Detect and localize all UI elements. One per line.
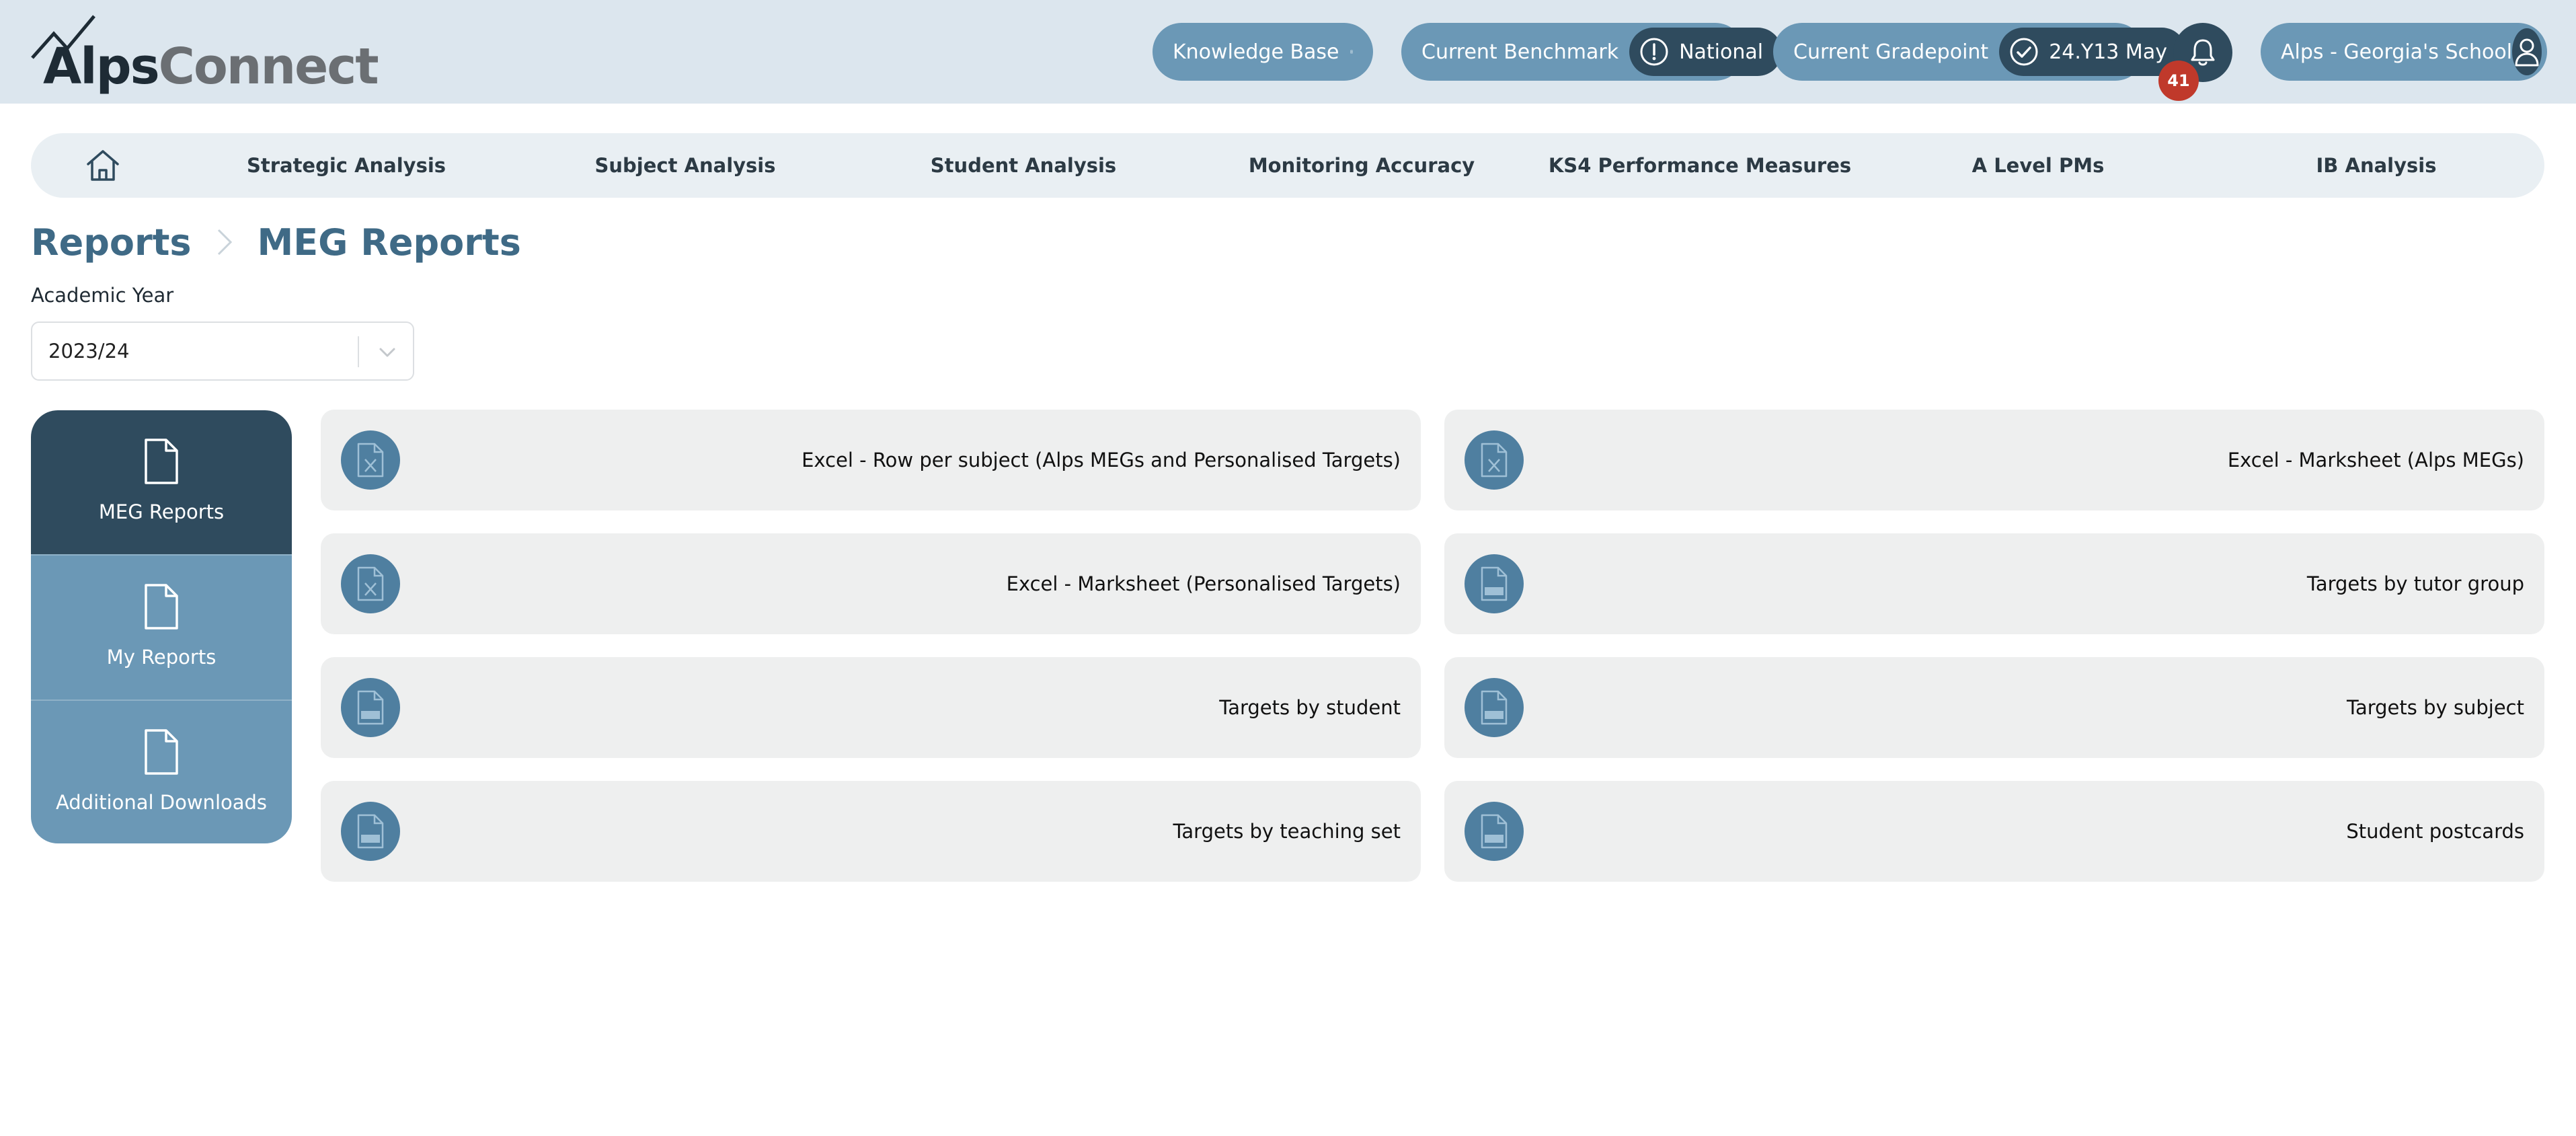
home-icon[interactable]	[85, 148, 121, 183]
logo-connect: Connect	[158, 38, 379, 96]
academic-year-value: 2023/24	[48, 340, 130, 363]
book-icon	[1350, 50, 1353, 54]
nav-ib-analysis[interactable]: IB Analysis	[2316, 133, 2437, 198]
nav-subject-analysis[interactable]: Subject Analysis	[594, 133, 775, 198]
tab-meg-reports[interactable]: MEG Reports	[31, 410, 292, 554]
report-label: Targets by student	[1219, 696, 1401, 719]
tab-label: Additional Downloads	[55, 791, 268, 814]
document-icon	[145, 729, 178, 775]
tab-label: MEG Reports	[98, 500, 225, 523]
report-label: Excel - Row per subject (Alps MEGs and P…	[802, 449, 1401, 471]
user-account-button[interactable]: Alps - Georgia's School	[2261, 23, 2547, 81]
report-label: Excel - Marksheet (Alps MEGs)	[2227, 449, 2524, 471]
report-card-marksheet-alps-megs[interactable]: Excel - Marksheet (Alps MEGs)	[1444, 410, 2544, 510]
main-navigation: Strategic Analysis Subject Analysis Stud…	[31, 133, 2544, 198]
report-label: Targets by tutor group	[2306, 572, 2524, 595]
academic-year-label: Academic Year	[31, 284, 174, 307]
pdf-file-icon	[341, 802, 400, 861]
bell-icon	[2191, 39, 2215, 66]
nav-monitoring-accuracy[interactable]: Monitoring Accuracy	[1249, 133, 1475, 198]
top-header: AlpsConnect Knowledge Base Current Bench…	[0, 0, 2576, 104]
knowledge-base-button[interactable]: Knowledge Base	[1153, 23, 1373, 81]
logo-text: AlpsConnect	[43, 42, 379, 91]
report-label: Student postcards	[2346, 820, 2524, 843]
report-card-targets-by-subject[interactable]: Targets by subject	[1444, 657, 2544, 758]
document-icon	[145, 584, 178, 630]
excel-file-icon	[341, 430, 400, 490]
nav-strategic-analysis[interactable]: Strategic Analysis	[247, 133, 446, 198]
report-card-student-postcards[interactable]: Student postcards	[1444, 781, 2544, 882]
tab-label: My Reports	[106, 646, 217, 669]
pdf-file-icon	[1465, 554, 1524, 613]
avatar	[2512, 28, 2542, 75]
pdf-file-icon	[1465, 678, 1524, 737]
report-category-tabs: MEG Reports My Reports Additional Downlo…	[31, 410, 292, 843]
pdf-file-icon	[1465, 802, 1524, 861]
nav-ks4-performance-measures[interactable]: KS4 Performance Measures	[1549, 133, 1851, 198]
benchmark-value: National	[1679, 40, 1764, 64]
current-benchmark-control[interactable]: Current Benchmark National	[1401, 23, 1783, 81]
report-card-targets-by-tutor-group[interactable]: Targets by tutor group	[1444, 533, 2544, 634]
tab-my-reports[interactable]: My Reports	[31, 556, 292, 699]
gradepoint-value-chip[interactable]: 24.Y13 May	[1999, 28, 2186, 76]
excel-file-icon	[341, 554, 400, 613]
excel-file-icon	[1465, 430, 1524, 490]
notification-count-badge: 41	[2158, 61, 2199, 101]
report-card-marksheet-personalised[interactable]: Excel - Marksheet (Personalised Targets)	[321, 533, 1421, 634]
academic-year-select[interactable]: 2023/24	[31, 321, 414, 381]
benchmark-label: Current Benchmark	[1421, 40, 1619, 64]
gradepoint-label: Current Gradepoint	[1793, 40, 1989, 64]
logo-alps: Alps	[43, 38, 160, 96]
report-card-targets-by-student[interactable]: Targets by student	[321, 657, 1421, 758]
pdf-file-icon	[341, 678, 400, 737]
knowledge-base-label: Knowledge Base	[1173, 40, 1339, 64]
document-icon	[145, 439, 178, 484]
chevron-right-icon	[217, 229, 232, 256]
user-icon	[2515, 38, 2539, 67]
tab-additional-downloads[interactable]: Additional Downloads	[31, 701, 292, 843]
check-circle-icon	[2010, 38, 2038, 66]
report-label: Targets by subject	[2347, 696, 2524, 719]
report-card-row-per-subject[interactable]: Excel - Row per subject (Alps MEGs and P…	[321, 410, 1421, 510]
alps-connect-logo[interactable]: AlpsConnect	[30, 13, 379, 91]
nav-a-level-pms[interactable]: A Level PMs	[1972, 133, 2105, 198]
select-divider	[358, 336, 359, 367]
chevron-down-icon[interactable]	[374, 339, 401, 366]
report-card-targets-by-teaching-set[interactable]: Targets by teaching set	[321, 781, 1421, 882]
breadcrumb: Reports MEG Reports	[31, 215, 521, 269]
breadcrumb-reports-link[interactable]: Reports	[31, 221, 192, 264]
nav-student-analysis[interactable]: Student Analysis	[931, 133, 1116, 198]
user-label: Alps - Georgia's School	[2281, 40, 2513, 64]
alert-circle-icon	[1640, 38, 1668, 66]
gradepoint-value: 24.Y13 May	[2049, 40, 2167, 64]
report-label: Excel - Marksheet (Personalised Targets)	[1006, 572, 1401, 595]
benchmark-value-chip[interactable]: National	[1629, 28, 1783, 76]
current-gradepoint-control[interactable]: Current Gradepoint 24.Y13 May	[1773, 23, 2186, 81]
page-title: MEG Reports	[257, 221, 521, 264]
report-label: Targets by teaching set	[1173, 820, 1401, 843]
